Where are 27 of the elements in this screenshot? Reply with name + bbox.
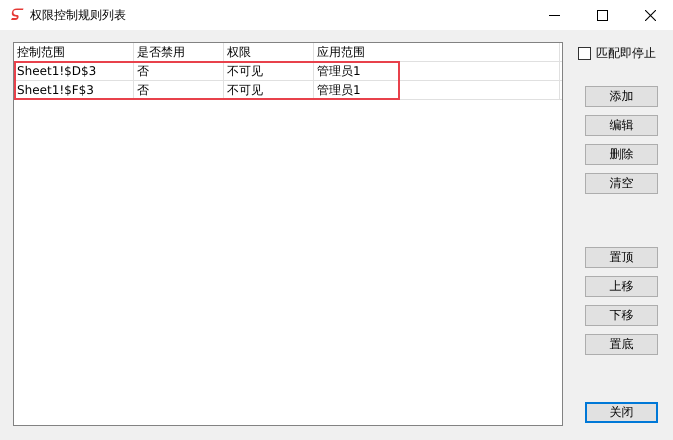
column-header[interactable]: 控制范围 xyxy=(14,43,134,61)
column-header[interactable]: 权限 xyxy=(224,43,314,61)
checkbox-label: 匹配即停止 xyxy=(596,45,656,62)
action-button[interactable]: 置底 xyxy=(585,334,658,355)
action-button[interactable]: 清空 xyxy=(585,173,658,194)
table-cell: 否 xyxy=(134,62,224,80)
table-cell: 管理员1 xyxy=(314,81,560,99)
table-cell: 否 xyxy=(134,81,224,99)
column-header[interactable]: 是否禁用 xyxy=(134,43,224,61)
action-button[interactable]: 编辑 xyxy=(585,115,658,136)
checkbox[interactable] xyxy=(578,47,591,60)
action-button[interactable]: 置顶 xyxy=(585,247,658,268)
action-button[interactable]: 上移 xyxy=(585,276,658,297)
action-button[interactable]: 添加 xyxy=(585,86,658,107)
close-icon[interactable] xyxy=(645,10,656,20)
app-logo-icon xyxy=(10,8,24,22)
table-cell: 不可见 xyxy=(224,62,314,80)
maximize-icon[interactable] xyxy=(597,10,608,20)
action-button[interactable]: 下移 xyxy=(585,305,658,326)
table-cell: Sheet1!$D$3 xyxy=(14,62,134,80)
action-button[interactable]: 删除 xyxy=(585,144,658,165)
action-button[interactable]: 关闭 xyxy=(585,402,658,423)
table-cell: 管理员1 xyxy=(314,62,560,80)
column-header[interactable]: 应用范围 xyxy=(314,43,560,61)
table-cell: Sheet1!$F$3 xyxy=(14,81,134,99)
table-cell: 不可见 xyxy=(224,81,314,99)
window-title: 权限控制规则列表 xyxy=(30,6,126,24)
